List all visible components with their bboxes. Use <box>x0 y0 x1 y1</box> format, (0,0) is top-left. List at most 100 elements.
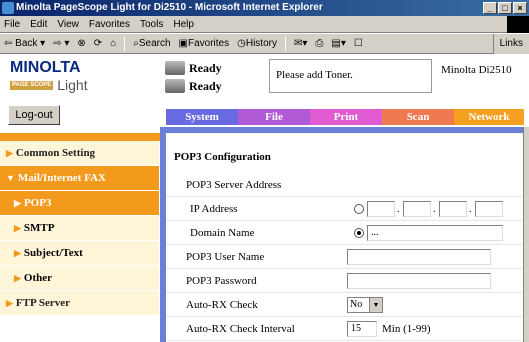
sidebar-item-ftp-server[interactable]: ▶ FTP Server <box>0 291 159 316</box>
menu-favorites[interactable]: Favorites <box>89 16 130 32</box>
window-title: Minolta PageScope Light for Di2510 - Mic… <box>16 2 323 13</box>
print-icon[interactable]: ⎙ <box>315 34 323 54</box>
auto-rx-value: No <box>350 299 363 310</box>
toolbar-separator <box>124 36 126 51</box>
password-label: POP3 Password <box>186 275 257 287</box>
refresh-icon[interactable]: ⟳ <box>94 34 102 54</box>
links-button[interactable]: Links <box>492 34 529 54</box>
sidebar-item-pop3[interactable]: ▶ POP3 <box>0 191 159 216</box>
user-name-label: POP3 User Name <box>186 251 265 263</box>
edit-icon[interactable]: ▤▾ <box>331 34 345 54</box>
sidebar-item-label: Common Setting <box>15 147 96 159</box>
mail-icon[interactable]: ✉▾ <box>294 34 307 54</box>
domain-name-input[interactable]: ... <box>367 225 503 241</box>
menu-bar: File Edit View Favorites Tools Help <box>0 16 529 33</box>
sidebar-item-label: Other <box>23 272 53 284</box>
status-scanner: Ready <box>189 78 222 93</box>
favorites-button[interactable]: ▣Favorites <box>179 34 230 54</box>
menu-edit[interactable]: Edit <box>30 16 47 32</box>
model-name: Minolta Di2510 <box>441 64 512 76</box>
auto-rx-select[interactable]: No ▼ <box>347 297 383 313</box>
stop-icon[interactable]: ⊗ <box>77 34 85 54</box>
arrow-right-icon: ▶ <box>6 298 13 308</box>
sidebar-item-smtp[interactable]: ▶ SMTP <box>0 216 159 241</box>
sidebar-item-mail-internet-fax[interactable]: ▼ Mail/Internet FAX <box>0 166 159 191</box>
row-interval: Auto-RX Check Interval 15 Min (1-99) <box>166 317 523 341</box>
tab-scan[interactable]: Scan <box>382 109 454 125</box>
menu-file[interactable]: File <box>4 16 20 32</box>
domain-name-radio[interactable] <box>354 228 364 238</box>
ip-octet-1-input[interactable] <box>367 201 395 217</box>
maximize-button[interactable]: □ <box>498 2 512 14</box>
minimize-button[interactable]: _ <box>483 2 497 14</box>
toolbar: ⇦ Back ▾ ⇨ ▾ ⊗ ⟳ ⌂ ⌕Search ▣Favorites ◷H… <box>0 34 529 54</box>
close-button[interactable]: × <box>513 2 527 14</box>
pagescope-badge-icon: PAGE SCOPE <box>10 80 54 90</box>
row-ip-address: IP Address . . . <box>166 197 523 221</box>
ip-octet-3-input[interactable] <box>439 201 467 217</box>
discuss-icon[interactable]: ☐ <box>354 34 363 54</box>
ip-dot: . <box>469 204 472 215</box>
ip-octet-2-input[interactable] <box>403 201 431 217</box>
ip-address-label: IP Address <box>190 203 238 215</box>
pop3-config-panel: POP3 Configuration POP3 Server Address I… <box>166 133 523 342</box>
home-icon[interactable]: ⌂ <box>110 34 116 54</box>
menu-view[interactable]: View <box>57 16 79 32</box>
tab-print[interactable]: Print <box>310 109 382 125</box>
minolta-logo: MINOLTA PAGE SCOPE Light <box>10 59 88 93</box>
forward-button[interactable]: ⇨ ▾ <box>53 34 69 54</box>
brand-name: MINOLTA <box>10 59 81 76</box>
password-input[interactable] <box>347 273 491 289</box>
sidebar-item-subject-text[interactable]: ▶ Subject/Text <box>0 241 159 266</box>
sidebar-item-label: FTP Server <box>15 297 70 309</box>
row-domain-name: Domain Name ... <box>166 221 523 245</box>
search-button[interactable]: ⌕Search <box>133 34 170 54</box>
main-tabs: System File Print Scan Network <box>166 109 524 125</box>
favorites-icon: ▣ <box>178 37 188 49</box>
row-password: POP3 Password <box>166 269 523 293</box>
ip-dot: . <box>433 204 436 215</box>
logout-button[interactable]: Log-out <box>8 105 60 125</box>
menu-help[interactable]: Help <box>173 16 194 32</box>
tab-file[interactable]: File <box>238 109 310 125</box>
status-printer: Ready <box>189 60 222 75</box>
tab-system[interactable]: System <box>166 109 238 125</box>
tab-network[interactable]: Network <box>454 109 524 125</box>
sidebar-header-bar <box>0 133 172 141</box>
user-name-input[interactable] <box>347 249 491 265</box>
sidebar-item-common-setting[interactable]: ▶ Common Setting <box>0 141 159 166</box>
sidebar-item-label: Subject/Text <box>23 247 83 259</box>
interval-input[interactable]: 15 <box>347 321 377 337</box>
message-box: Please add Toner. <box>269 59 432 93</box>
history-button[interactable]: ◷History <box>237 34 277 54</box>
menu-tools[interactable]: Tools <box>140 16 163 32</box>
history-label: History <box>245 37 277 49</box>
printer-icon <box>165 61 185 75</box>
arrow-right-icon: ▶ <box>14 248 21 258</box>
sidebar-item-other[interactable]: ▶ Other <box>0 266 159 291</box>
ip-dot: . <box>397 204 400 215</box>
arrow-down-icon: ▼ <box>6 173 15 183</box>
arrow-right-icon: ▶ <box>14 273 21 283</box>
windows-logo-icon <box>507 16 529 33</box>
sidebar-item-label: SMTP <box>23 222 55 234</box>
sidebar-item-label: Mail/Internet FAX <box>17 172 107 184</box>
favorites-label: Favorites <box>187 37 230 49</box>
window-title-bar: Minolta PageScope Light for Di2510 - Mic… <box>0 0 529 16</box>
auto-rx-label: Auto-RX Check <box>186 299 258 311</box>
arrow-right-icon: ▶ <box>14 223 21 233</box>
window-controls: _ □ × <box>483 2 527 14</box>
server-address-label: POP3 Server Address <box>186 179 282 191</box>
back-label: Back <box>15 37 38 49</box>
scrollbar[interactable] <box>523 127 529 342</box>
page-content: MINOLTA PAGE SCOPE Light Ready Ready Plea… <box>0 55 529 342</box>
ie-icon <box>2 2 14 14</box>
ip-address-radio[interactable] <box>354 204 364 214</box>
ip-octet-4-input[interactable] <box>475 201 503 217</box>
back-button[interactable]: ⇦ Back ▾ <box>4 34 45 54</box>
chevron-down-icon: ▼ <box>369 298 382 312</box>
pagescope-logo: PAGE SCOPE Light <box>10 77 88 93</box>
sidebar-item-label: POP3 <box>23 197 52 209</box>
arrow-right-icon: ▶ <box>14 198 21 208</box>
domain-name-label: Domain Name <box>190 227 255 239</box>
